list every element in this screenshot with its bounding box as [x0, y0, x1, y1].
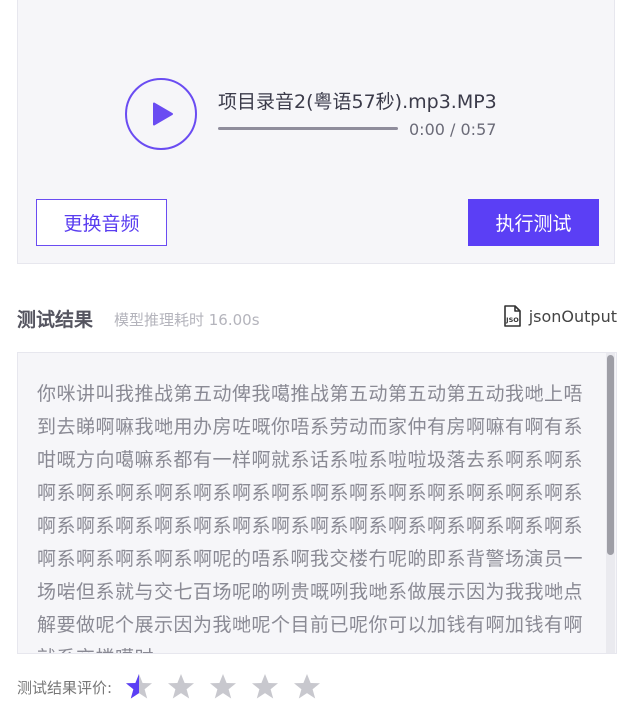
replace-audio-button[interactable]: 更换音频	[36, 199, 167, 246]
star-icon[interactable]	[292, 672, 322, 702]
current-time: 0:00	[409, 120, 445, 139]
result-text: 你咪讲叫我推战第五动俾我噶推战第五动第五动第五动我哋上唔到去睇啊嘛我哋用办房咗嘅…	[37, 383, 584, 653]
audio-player-card: 项目录音2(粤语57秒).mp3.MP3 0:00 / 0:57 更换音频 执行…	[17, 0, 615, 264]
play-icon	[153, 102, 173, 126]
result-text-panel: 你咪讲叫我推战第五动俾我噶推战第五动第五动第五动我哋上唔到去睇啊嘛我哋用办房咗嘅…	[17, 352, 617, 654]
json-file-icon: JSO	[503, 305, 521, 327]
audio-progress-bar[interactable]	[218, 127, 398, 130]
inference-time-label: 模型推理耗时 16.00s	[114, 311, 260, 329]
audio-file-name: 项目录音2(粤语57秒).mp3.MP3	[218, 91, 497, 113]
json-output-link[interactable]: JSO jsonOutput	[501, 305, 617, 327]
rating-stars	[124, 672, 334, 702]
svg-text:JSO: JSO	[505, 316, 519, 324]
time-separator: /	[444, 120, 461, 139]
rating-label: 测试结果评价:	[17, 678, 113, 697]
result-scroll-thumb[interactable]	[607, 355, 614, 555]
star-icon[interactable]	[124, 672, 154, 702]
star-icon[interactable]	[250, 672, 280, 702]
play-button[interactable]	[125, 78, 197, 150]
duration-time: 0:57	[460, 120, 497, 139]
result-scrollbar[interactable]	[606, 353, 615, 653]
run-test-button[interactable]: 执行测试	[468, 199, 599, 246]
json-output-label: jsonOutput	[528, 306, 617, 326]
result-title: 测试结果	[17, 309, 94, 331]
star-icon[interactable]	[166, 672, 196, 702]
star-icon[interactable]	[208, 672, 238, 702]
audio-time-readout: 0:00 / 0:57	[409, 120, 496, 139]
rating-row: 测试结果评价:	[17, 672, 334, 702]
